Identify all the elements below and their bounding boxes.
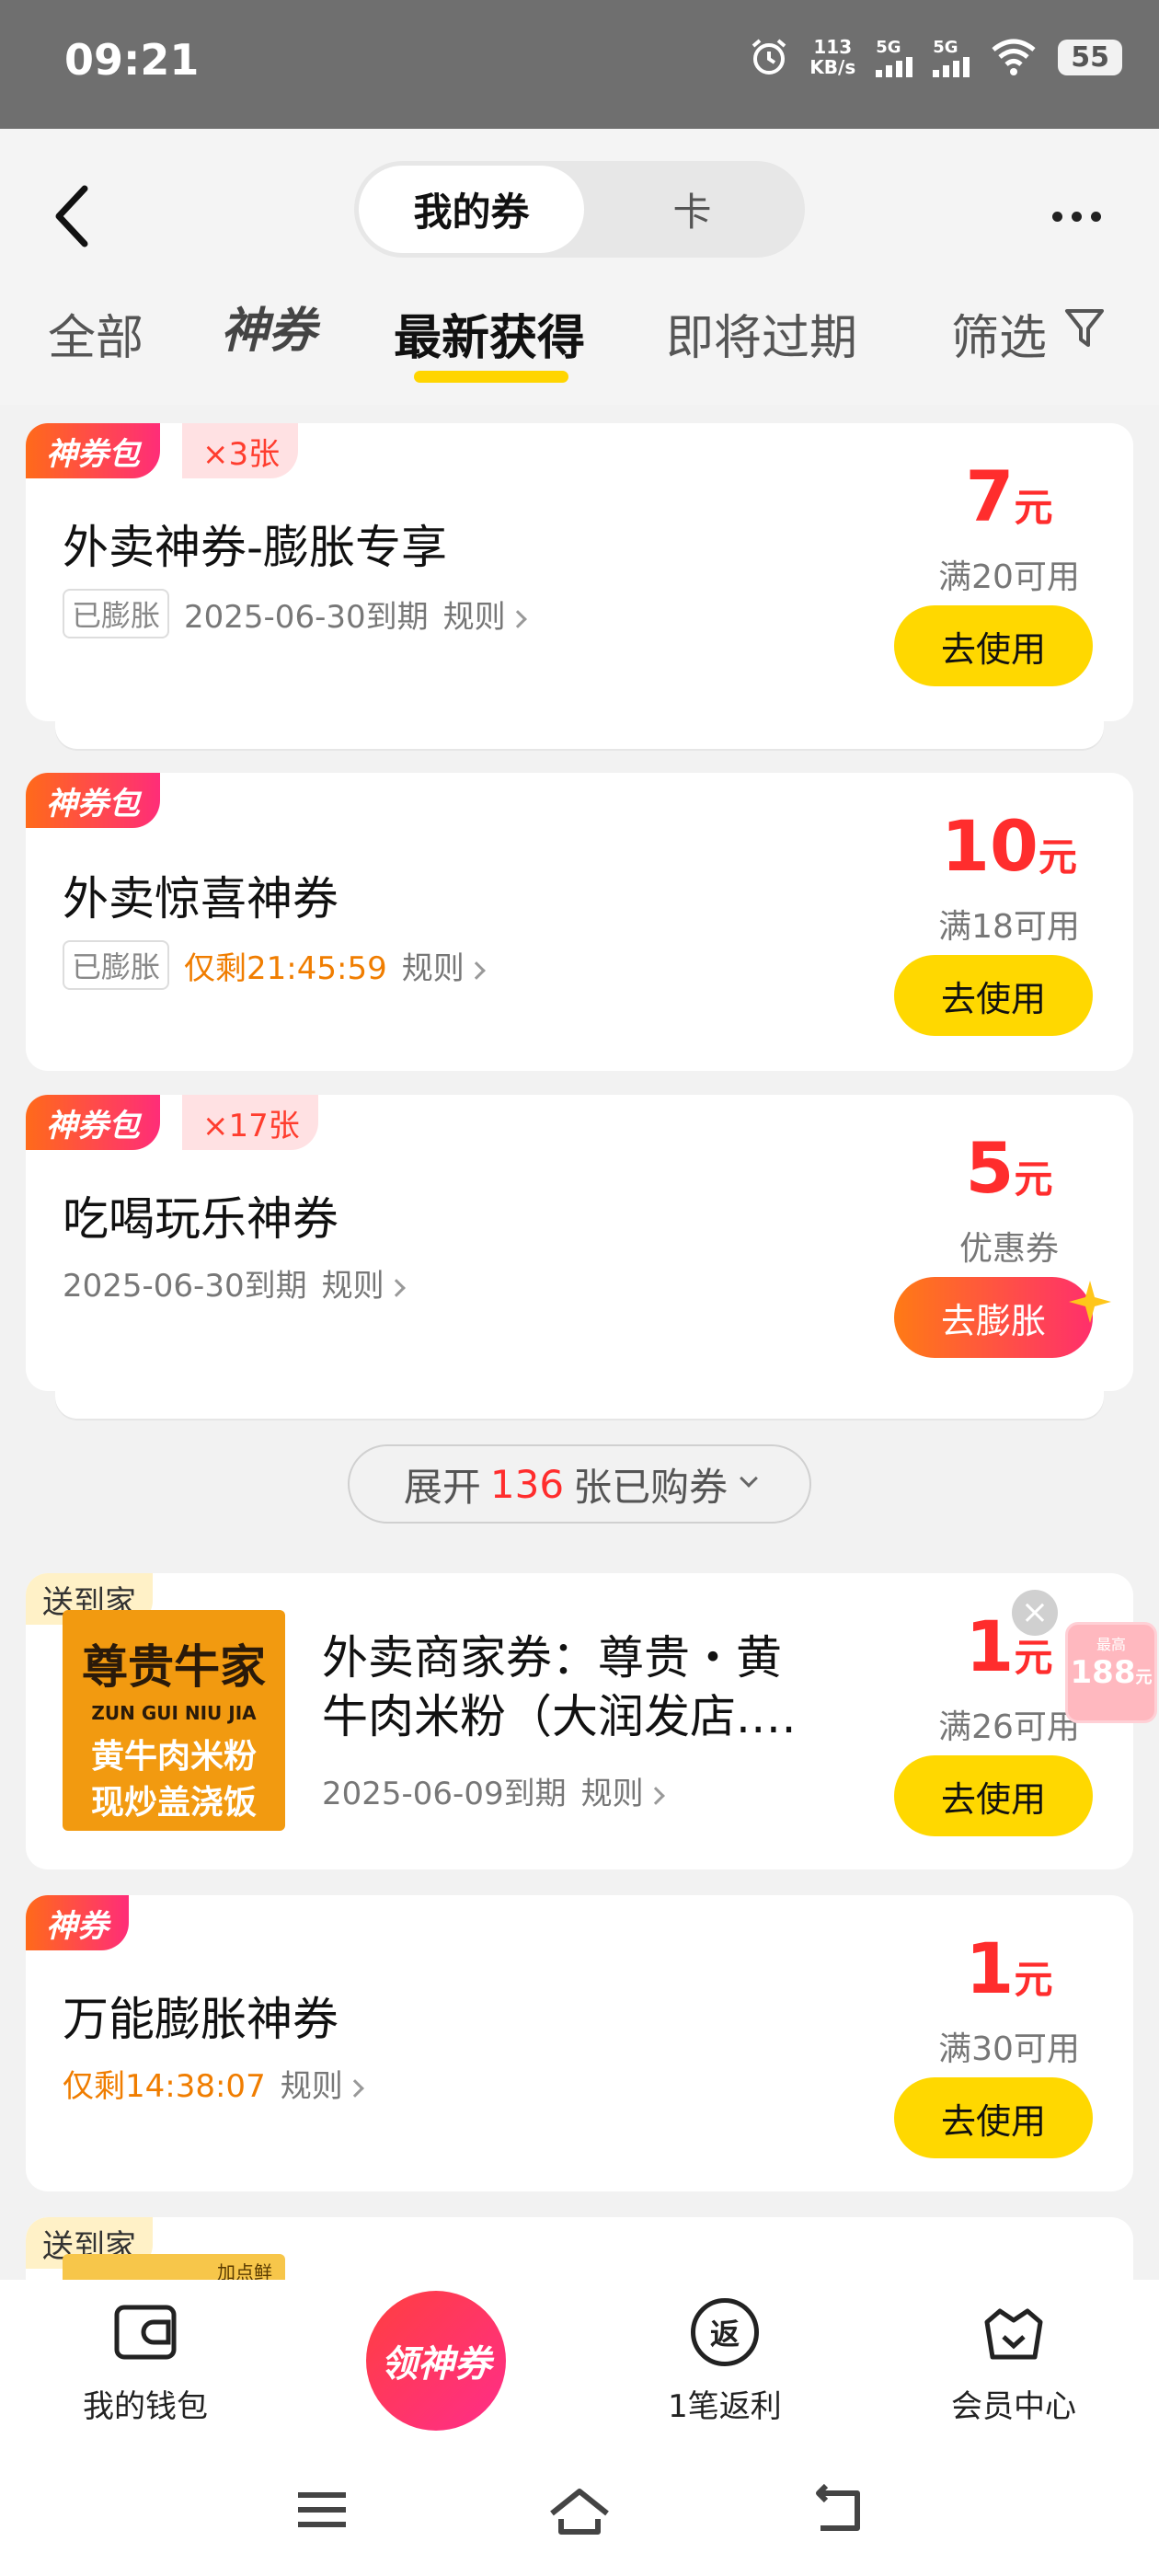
logo-line1: 黄牛肉米粉 bbox=[90, 1738, 257, 1776]
coupon-condition: 优惠券 bbox=[958, 1230, 1059, 1268]
coupon-expiry: 2025-06-30到期 bbox=[184, 598, 429, 636]
coupon-meta: 仅剩14:38:07 规则 bbox=[63, 2061, 364, 2106]
filter-icon[interactable] bbox=[1064, 306, 1105, 352]
chevron-right-icon bbox=[466, 960, 486, 980]
coupon-count: ×3张 bbox=[182, 423, 299, 478]
back-icon[interactable] bbox=[46, 179, 101, 253]
tab-active-underline bbox=[414, 371, 568, 383]
coupon-meta: 2025-06-30到期 规则 bbox=[63, 1260, 406, 1305]
logo-subtitle: ZUN GUI NIU JIA bbox=[91, 1702, 257, 1724]
coupon-title: 吃喝玩乐神券 bbox=[63, 1192, 339, 1246]
status-time: 09:21 bbox=[64, 35, 200, 85]
expand-purchased-button[interactable]: 展开 136 张已购券 bbox=[348, 1444, 811, 1524]
use-button[interactable]: 去使用 bbox=[894, 955, 1093, 1036]
tab-all[interactable]: 全部 bbox=[48, 299, 143, 368]
coupon-card[interactable]: 神券包 ×3张 外卖神券-膨胀专享 已膨胀 2025-06-30到期 规则 7元… bbox=[26, 423, 1133, 721]
coupon-meta: 已膨胀 2025-06-30到期 规则 bbox=[63, 589, 527, 638]
status-icons: 113 KB/s 5G 5G 55 bbox=[749, 37, 1122, 77]
coupon-title: 外卖惊喜神券 bbox=[63, 872, 339, 926]
chevron-right-icon bbox=[646, 1787, 665, 1805]
sparkle-icon bbox=[1069, 1281, 1111, 1323]
get-coupon-button[interactable]: 领神券 bbox=[366, 2291, 506, 2431]
battery-indicator: 55 bbox=[1058, 39, 1122, 75]
chevron-right-icon bbox=[508, 609, 527, 628]
tab-filter[interactable]: 筛选 bbox=[951, 299, 1047, 368]
signal-sim1: 5G bbox=[876, 38, 913, 77]
rules-link[interactable]: 规则 bbox=[443, 592, 527, 637]
home-icon[interactable] bbox=[543, 2482, 616, 2537]
bottom-nav: 我的钱包 领神券 返 1笔返利 会员中心 bbox=[0, 2280, 1159, 2445]
coupon-tag: 神券包 bbox=[26, 423, 160, 478]
coupon-tag: 神券 bbox=[26, 1895, 129, 1950]
segment-cards[interactable]: 卡 bbox=[584, 166, 800, 253]
nav-wallet[interactable]: 我的钱包 bbox=[44, 2298, 247, 2426]
rules-link[interactable]: 规则 bbox=[402, 943, 486, 988]
status-bar: 09:21 113 KB/s 5G 5G 55 bbox=[0, 0, 1159, 129]
coupon-card[interactable]: 神券包 外卖惊喜神券 已膨胀 仅剩21:45:59 规则 10元 满18可用 去… bbox=[26, 773, 1133, 1071]
coupon-countdown: 仅剩21:45:59 bbox=[184, 949, 387, 987]
coupon-meta: 已膨胀 仅剩21:45:59 规则 bbox=[63, 940, 486, 990]
signal-sim2: 5G bbox=[933, 38, 970, 77]
coupon-count: ×17张 bbox=[182, 1095, 318, 1150]
chevron-right-icon bbox=[345, 2079, 364, 2098]
coupon-title: 外卖商家券：尊贵・黄牛肉米粉（大润发店.… bbox=[322, 1631, 797, 1743]
coupon-amount: 10元 bbox=[941, 805, 1077, 887]
wallet-icon bbox=[114, 2305, 177, 2360]
coupon-card-segment: 我的券 卡 bbox=[354, 161, 805, 258]
coupon-title: 万能膨胀神券 bbox=[63, 1993, 339, 2046]
coupon-condition: 满30可用 bbox=[938, 2030, 1080, 2068]
nav-member-center[interactable]: 会员中心 bbox=[912, 2298, 1115, 2426]
rebate-icon: 返 bbox=[691, 2298, 759, 2366]
coupon-meta: 2025-06-09到期 规则 bbox=[322, 1768, 665, 1813]
tab-expiring[interactable]: 即将过期 bbox=[666, 299, 857, 368]
rules-link[interactable]: 规则 bbox=[322, 1260, 406, 1305]
chevron-down-icon bbox=[740, 1469, 758, 1488]
tab-latest[interactable]: 最新获得 bbox=[394, 299, 585, 368]
nav-rebate[interactable]: 返 1笔返利 bbox=[624, 2298, 826, 2426]
net-speed: 113 KB/s bbox=[809, 36, 856, 78]
merchant-logo: 尊贵牛家 ZUN GUI NIU JIA 黄牛肉米粉 现炒盖浇饭 bbox=[63, 1610, 285, 1831]
filter-tabs: 全部 神券 最新获得 即将过期 筛选 bbox=[0, 299, 1159, 400]
segment-my-coupons[interactable]: 我的券 bbox=[359, 166, 584, 253]
floating-reward-badge[interactable]: 最高 188元 bbox=[1065, 1622, 1157, 1723]
coupon-tag: 神券包 bbox=[26, 773, 160, 828]
purchased-count: 136 bbox=[489, 1461, 565, 1507]
rules-link[interactable]: 规则 bbox=[281, 2061, 364, 2106]
alarm-icon bbox=[752, 39, 786, 75]
inflated-badge: 已膨胀 bbox=[63, 940, 170, 990]
coupon-countdown: 仅剩14:38:07 bbox=[63, 2068, 266, 2105]
more-icon[interactable] bbox=[1039, 198, 1113, 235]
inflate-button[interactable]: 去膨胀 bbox=[894, 1277, 1093, 1358]
coupon-tag: 神券包 bbox=[26, 1095, 160, 1150]
rules-link[interactable]: 规则 bbox=[581, 1768, 665, 1813]
coupon-card[interactable]: 神券 万能膨胀神券 仅剩14:38:07 规则 1元 满30可用 去使用 bbox=[26, 1895, 1133, 2191]
header: 我的券 卡 全部 神券 最新获得 即将过期 筛选 bbox=[0, 129, 1159, 405]
coupon-amount: 1元 bbox=[965, 1927, 1053, 2009]
coupon-expiry: 2025-06-30到期 bbox=[63, 1268, 307, 1305]
logo-line2: 现炒盖浇饭 bbox=[90, 1784, 257, 1822]
back-nav-icon[interactable] bbox=[800, 2482, 874, 2537]
use-button[interactable]: 去使用 bbox=[894, 2077, 1093, 2158]
coupon-amount: 5元 bbox=[965, 1127, 1053, 1209]
tab-shenquan[interactable]: 神券 bbox=[221, 292, 316, 361]
crown-bag-icon bbox=[984, 2308, 1043, 2360]
use-button[interactable]: 去使用 bbox=[894, 1755, 1093, 1836]
chevron-right-icon bbox=[386, 1279, 406, 1297]
coupon-condition: 满20可用 bbox=[938, 558, 1080, 596]
wifi-icon bbox=[992, 39, 1036, 75]
system-nav-bar bbox=[0, 2445, 1159, 2576]
logo-title: 尊贵牛家 bbox=[82, 1639, 266, 1694]
coupon-card[interactable]: 神券包 ×17张 吃喝玩乐神券 2025-06-30到期 规则 5元 优惠券 去… bbox=[26, 1095, 1133, 1391]
inflated-badge: 已膨胀 bbox=[63, 589, 170, 638]
menu-icon[interactable] bbox=[285, 2482, 359, 2537]
close-icon[interactable]: × bbox=[1012, 1590, 1058, 1636]
merchant-coupon-card[interactable]: 送到家 尊贵牛家 ZUN GUI NIU JIA 黄牛肉米粉 现炒盖浇饭 外卖商… bbox=[26, 1573, 1133, 1869]
coupon-expiry: 2025-06-09到期 bbox=[322, 1776, 567, 1812]
coupon-title: 外卖神券-膨胀专享 bbox=[63, 521, 448, 574]
coupon-condition: 满18可用 bbox=[938, 908, 1080, 946]
use-button[interactable]: 去使用 bbox=[894, 605, 1093, 686]
coupon-amount: 7元 bbox=[965, 455, 1053, 537]
